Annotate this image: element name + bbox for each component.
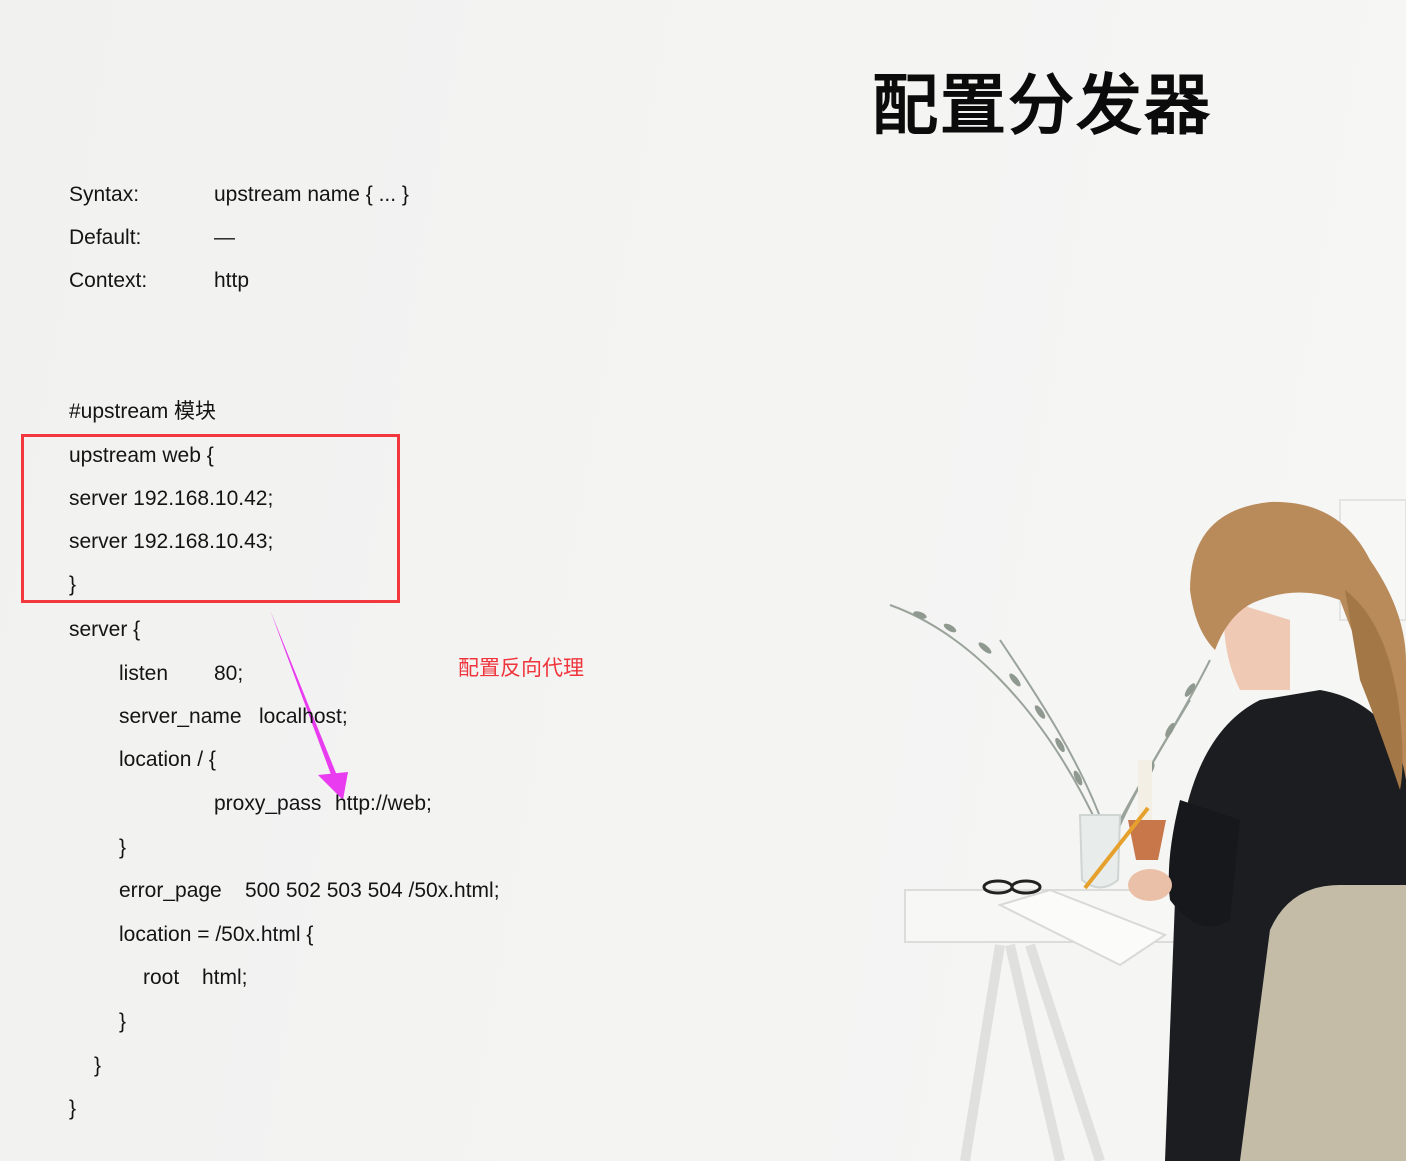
context-label: Context: bbox=[69, 269, 148, 292]
code-proxy-pass-key: proxy_pass bbox=[214, 792, 322, 815]
code-server-name-value: localhost; bbox=[259, 705, 348, 728]
syntax-value: upstream name { ... } bbox=[214, 183, 409, 206]
code-comment: #upstream 模块 bbox=[69, 400, 217, 423]
code-proxy-pass-value: http://web; bbox=[335, 792, 432, 815]
desk-legs bbox=[960, 943, 1105, 1161]
code-server-close: } bbox=[94, 1054, 102, 1077]
code-location-50x: location = /50x.html { bbox=[119, 923, 314, 946]
code-listen-key: listen bbox=[119, 662, 169, 685]
code-server-open: server { bbox=[69, 618, 141, 641]
default-value: — bbox=[214, 226, 235, 249]
upstream-highlight-box bbox=[21, 434, 400, 603]
code-listen-value: 80; bbox=[214, 662, 244, 685]
annotation-label: 配置反向代理 bbox=[458, 656, 584, 680]
code-root-value: html; bbox=[202, 966, 248, 989]
person-hand bbox=[1128, 869, 1172, 901]
code-location-root: location / { bbox=[119, 748, 216, 771]
code-error-page-key: error_page bbox=[119, 879, 222, 902]
syntax-label: Syntax: bbox=[69, 183, 140, 206]
code-root-key: root bbox=[143, 966, 180, 989]
default-label: Default: bbox=[69, 226, 142, 249]
plant-icon bbox=[889, 604, 1211, 831]
code-error-page-value: 500 502 503 504 /50x.html; bbox=[245, 879, 500, 902]
code-server-name-key: server_name bbox=[119, 705, 242, 728]
person-arm bbox=[1168, 800, 1240, 927]
code-outer-close: } bbox=[69, 1097, 77, 1120]
code-location-root-close: } bbox=[119, 836, 127, 859]
context-value: http bbox=[214, 269, 250, 292]
slide-title: 配置分发器 bbox=[872, 67, 1212, 144]
code-location-50x-close: } bbox=[119, 1010, 127, 1033]
